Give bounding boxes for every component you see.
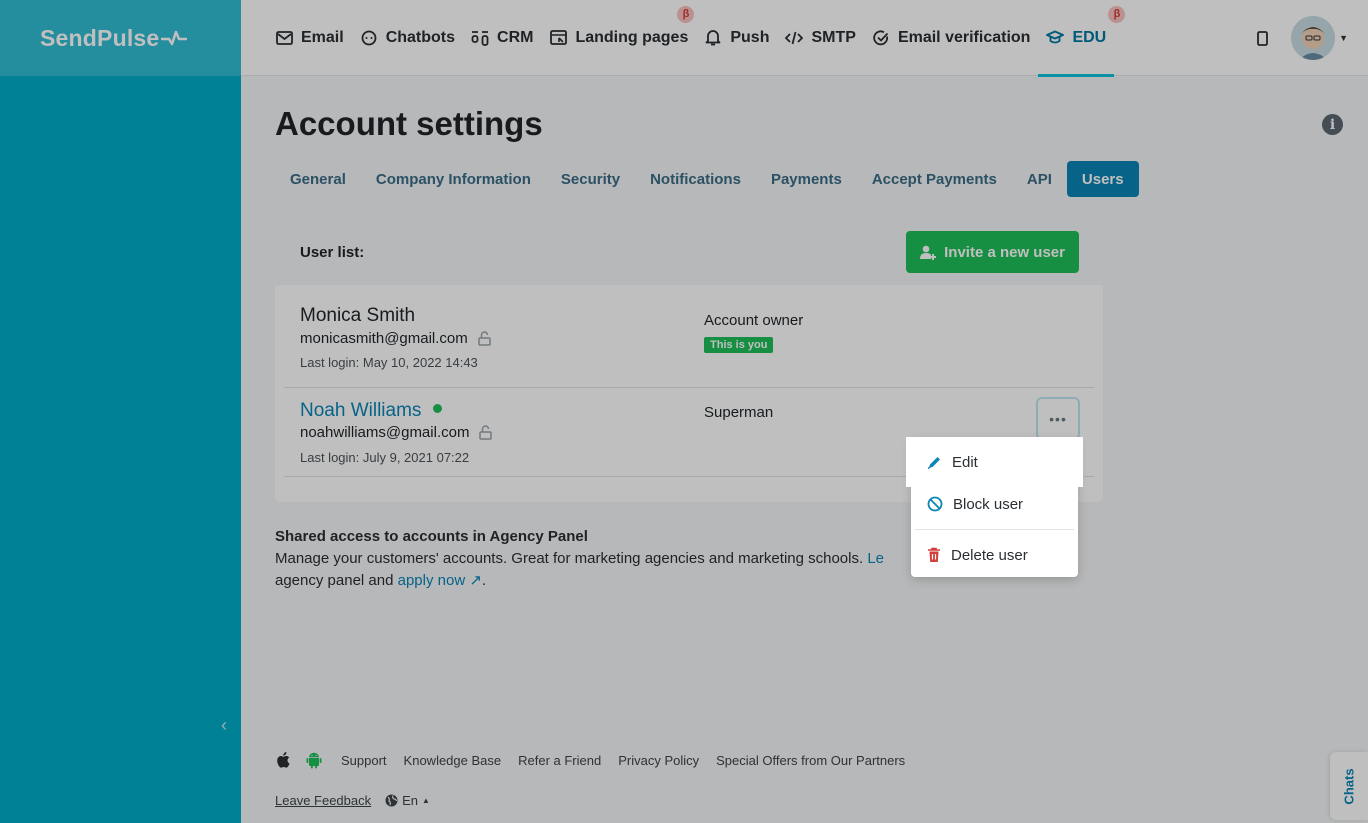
pencil-icon — [927, 456, 940, 469]
menu-item-edit-highlight: Edit — [906, 437, 1083, 487]
modal-overlay[interactable] — [0, 0, 1368, 823]
menu-item-delete-user[interactable]: Delete user — [911, 533, 1078, 577]
trash-icon — [928, 547, 940, 562]
menu-item-edit[interactable]: Edit — [906, 437, 1083, 487]
menu-divider — [915, 529, 1074, 530]
menu-item-label: Block user — [953, 495, 1024, 513]
menu-item-block-user[interactable]: Block user — [911, 482, 1078, 526]
block-icon — [927, 496, 943, 512]
menu-item-label: Delete user — [951, 546, 1028, 564]
menu-item-label: Edit — [952, 453, 978, 471]
